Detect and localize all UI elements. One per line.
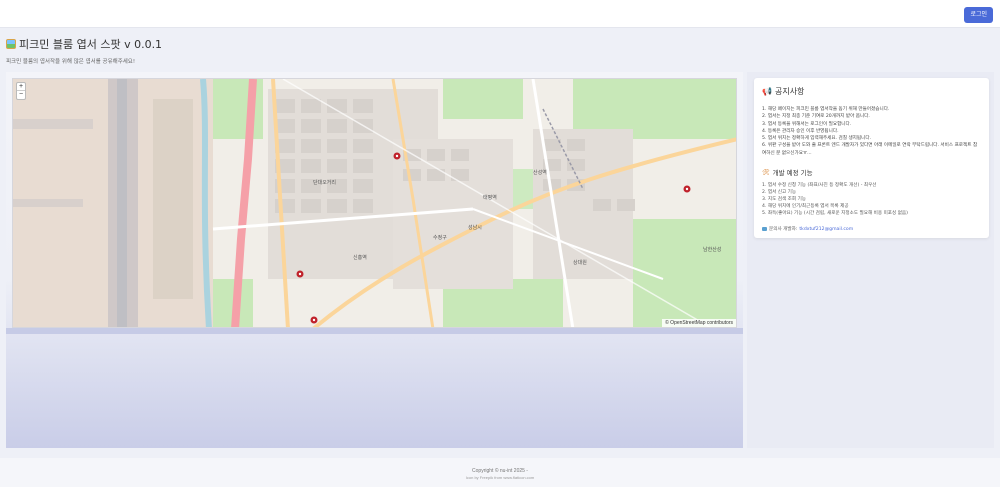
footer-credit[interactable]: Icon by Freepik from www.flaticon.com [0,475,1000,480]
notice-title: 공지사항 [774,87,805,96]
zoom-out-button[interactable]: − [17,91,25,99]
notice-header: 📢 공지사항 [762,86,981,97]
page-title: 피크민 블룸 엽서 스팟 v 0.0.1 [19,38,163,51]
contact-email-link[interactable]: tkdxtuf212@gmail.com [799,227,853,232]
map-attribution[interactable]: © OpenStreetMap contributors [662,319,736,327]
plan-item: 1. 엽서 수정 신청 기능 (좌표/사진 등 정확도 개선) - 최우선 [762,183,877,189]
map-label: 단대오거리 [313,179,336,186]
zoom-in-button[interactable]: + [17,83,25,91]
top-navbar: 로그인 [0,0,1000,28]
footer-copyright: Copyright © nu-int 2025 - [472,468,528,474]
wrench-icon: 🛠 [762,168,770,176]
plan-header: 🛠 개발 예정 기능 [762,167,981,178]
contact-line: 문의사 개발자: tkdxtuf212@gmail.com [762,226,981,232]
page-header: 피크민 블룸 엽서 스팟 v 0.0.1 피크민 블룸의 엽서작을 위해 많은 … [6,36,162,65]
plan-item: 4. 해당 위치에 인기/최근등록 엽서 목록 제공 [762,204,849,210]
notice-item: 4. 등록은 관리자 승인 이후 반영됩니다. [762,128,839,134]
map-bottom-bar [6,328,743,334]
plan-title: 개발 예정 기능 [772,169,813,178]
postcard-icon [6,39,16,49]
contact-label: 문의사 개발자: [769,227,798,233]
notice-item: 6. 위판 구성을 받아 도와 줄 프론트 엔드 개발자가 있다면 아래 이메일… [762,143,978,156]
map-label: 성남시 [468,224,482,231]
map-label: 신흥역 [353,254,367,261]
notice-card: 📢 공지사항 1. 해당 페이지는 피크민 블룸 엽서작을 돕기 위해 만들어졌… [754,78,989,238]
plan-item: 2. 엽서 신고 기능 [762,190,797,196]
page-footer: Copyright © nu-int 2025 - Icon by Freepi… [0,458,1000,487]
zoom-control: + − [16,82,26,100]
notice-item: 1. 해당 페이지는 피크민 블룸 엽서작을 돕기 위해 만들어졌습니다. [762,107,890,112]
plan-item: 5. 좌득(좋아요) 기능 (시간 검립, 새로운 지정소도 필요해 비용 미포… [762,211,908,217]
info-sidebar: 📢 공지사항 1. 해당 페이지는 피크민 블룸 엽서작을 돕기 위해 만들어졌… [747,72,994,448]
notice-item: 3. 엽서 등록을 위해서는 로그인이 필요합니다. [762,121,852,127]
map-label: 태평역 [483,194,497,201]
map-panel: 성남시 수정구 산성역 신흥역 태평역 상대원 남한산성 단대오거리 + − ©… [6,72,743,448]
plan-item: 3. 지도 검색 조회 기능 [762,197,807,203]
map-label: 상대원 [573,259,587,266]
notice-item: 5. 엽서 위치는 정확하게 입력해주세요. 검칠 생지됩니다. [762,136,872,142]
notice-list: 1. 해당 페이지는 피크민 블룸 엽서작을 돕기 위해 만들어졌습니다. 2.… [762,106,981,157]
login-button[interactable]: 로그인 [964,7,993,23]
megaphone-icon: 📢 [762,87,772,96]
mail-icon [762,227,767,232]
map-label: 남한산성 [703,246,721,253]
page-subtitle: 피크민 블룸의 엽서작을 위해 많은 엽서를 공유해주세요! [6,59,136,65]
map-label: 수정구 [433,234,447,241]
plan-list: 1. 엽서 수정 신청 기능 (좌표/사진 등 정확도 개선) - 최우선 2.… [762,182,981,217]
map-label: 산성역 [533,169,547,176]
map-view[interactable]: 성남시 수정구 산성역 신흥역 태평역 상대원 남한산성 단대오거리 + − ©… [12,78,737,328]
notice-item: 2. 엽서는 지정 최종 기준 기여로 20개까지 받아 옵니다. [762,114,870,120]
page-title-row: 피크민 블룸 엽서 스팟 v 0.0.1 [6,36,162,52]
map-tiles: 성남시 수정구 산성역 신흥역 태평역 상대원 남한산성 단대오거리 [13,79,736,327]
